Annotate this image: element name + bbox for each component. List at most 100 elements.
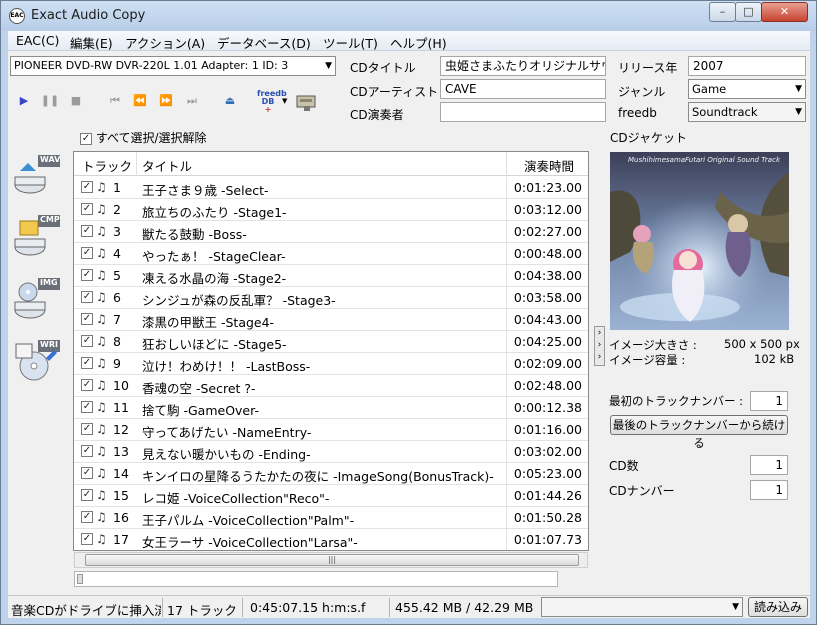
playback-position-slider[interactable]	[74, 571, 558, 587]
table-row[interactable]: ✓ ♫ 17 女王ラーサ -VoiceCollection"Larsa"- 0:01:0…	[74, 529, 588, 550]
table-row[interactable]: ✓ ♫ 16 王子パルム -VoiceCollection"Palm"- 0:01:50…	[74, 507, 588, 529]
track-title[interactable]: キンイロの星降るうたかたの夜に -ImageSong(BonusTrack)-	[142, 466, 494, 485]
table-row[interactable]: ✓ ♫ 8 狂おしいほどに -Stage5- 0:04:25.00	[74, 331, 588, 353]
track-title[interactable]: 泣け！わめけ！！ -LastBoss-	[142, 356, 310, 375]
cd-count-field[interactable]: 1	[750, 455, 788, 475]
track-checkbox[interactable]: ✓	[81, 313, 93, 325]
table-horizontal-scrollbar[interactable]: |||	[74, 552, 588, 568]
track-checkbox[interactable]: ✓	[81, 489, 93, 501]
drive-tools-icon[interactable]	[294, 92, 320, 112]
table-row[interactable]: ✓ ♫ 3 獣たる鼓動 -Boss- 0:02:27.00	[74, 221, 588, 243]
minimize-button[interactable]: –	[709, 2, 736, 22]
first-track-number-field[interactable]: 1	[750, 391, 788, 411]
cd-cover-image[interactable]: MushihimesamaFutari Original Sound Track	[610, 152, 789, 330]
freedb-dropdown-icon[interactable]: ▼	[282, 97, 287, 105]
cd-performer-field[interactable]	[440, 102, 606, 122]
table-row[interactable]: ✓ ♫ 14 キンイロの星降るうたかたの夜に -ImageSong(BonusTrac…	[74, 463, 588, 485]
next-track-icon[interactable]: ⏭	[182, 91, 202, 111]
track-checkbox[interactable]: ✓	[81, 379, 93, 391]
track-title[interactable]: 守ってあげたい -NameEntry-	[142, 422, 311, 441]
track-title[interactable]: 獣たる鼓動 -Boss-	[142, 224, 247, 243]
track-checkbox[interactable]: ✓	[81, 269, 93, 281]
panel-collapse-button[interactable]: › › ›	[594, 326, 605, 366]
track-title[interactable]: 王子パルム -VoiceCollection"Palm"-	[142, 510, 354, 529]
close-button[interactable]: ✕	[761, 2, 808, 22]
select-all-checkbox[interactable]: ✓ すべて選択/選択解除	[80, 129, 207, 146]
menu-database[interactable]: データベース(D)	[217, 33, 311, 52]
table-row[interactable]: ✓ ♫ 5 凍える水晶の海 -Stage2- 0:04:38.00	[74, 265, 588, 287]
scrollbar-thumb[interactable]: |||	[85, 554, 579, 566]
table-row[interactable]: ✓ ♫ 13 見えない暖かいもの -Ending- 0:03:02.00	[74, 441, 588, 463]
track-checkbox[interactable]: ✓	[81, 291, 93, 303]
menu-edit[interactable]: 編集(E)	[70, 33, 113, 52]
table-row[interactable]: ✓ ♫ 7 漆黒の甲獣王 -Stage4- 0:04:43.00	[74, 309, 588, 331]
track-checkbox[interactable]: ✓	[81, 357, 93, 369]
track-checkbox[interactable]: ✓	[81, 445, 93, 457]
sidebar-write-cd-button[interactable]: WRI	[12, 338, 62, 388]
track-checkbox[interactable]: ✓	[81, 511, 93, 523]
track-title[interactable]: 旅立ちのふたり -Stage1-	[142, 202, 287, 221]
table-row[interactable]: ✓ ♫ 4 やったぁ！ -StageClear- 0:00:48.00	[74, 243, 588, 265]
maximize-button[interactable]: □	[735, 2, 762, 22]
menu-help[interactable]: ヘルプ(H)	[390, 33, 447, 52]
table-row[interactable]: ✓ ♫ 9 泣け！わめけ！！ -LastBoss- 0:02:09.00	[74, 353, 588, 375]
main-panel: PIONEER DVD-RW DVR-220L 1.01 Adapter: 1 …	[8, 51, 810, 618]
play-icon[interactable]: ▶	[14, 91, 34, 111]
genre-select[interactable]: Game ▼	[688, 79, 806, 99]
track-title[interactable]: 王子さま９歳 -Select-	[142, 180, 269, 199]
track-checkbox[interactable]: ✓	[81, 401, 93, 413]
table-row[interactable]: ✓ ♫ 10 香魂の空 -Secret ?- 0:02:48.00	[74, 375, 588, 397]
column-header-title[interactable]: タイトル	[142, 156, 192, 175]
column-header-duration[interactable]: 演奏時間	[524, 156, 574, 175]
cd-artist-field[interactable]: CAVE	[440, 79, 606, 99]
track-title[interactable]: 狂おしいほどに -Stage5-	[142, 334, 287, 353]
table-row[interactable]: ✓ ♫ 6 シンジュが森の反乱軍？ -Stage3- 0:03:58.00	[74, 287, 588, 309]
track-checkbox[interactable]: ✓	[81, 467, 93, 479]
freedb-icon[interactable]: freedb DB +	[257, 90, 287, 114]
continue-numbering-button[interactable]: 最後のトラックナンバーから続ける	[610, 415, 788, 450]
track-title[interactable]: シンジュが森の反乱軍？ -Stage3-	[142, 290, 336, 309]
eject-icon[interactable]: ⏏	[220, 91, 240, 111]
track-checkbox[interactable]: ✓	[81, 203, 93, 215]
menu-eac[interactable]: EAC(C)	[16, 33, 59, 48]
status-profile-select[interactable]: ▼	[541, 597, 743, 617]
table-row[interactable]: ✓ ♫ 12 守ってあげたい -NameEntry- 0:01:16.00	[74, 419, 588, 441]
slider-thumb[interactable]	[77, 574, 83, 584]
column-header-track[interactable]: トラック	[82, 156, 132, 175]
load-button[interactable]: 読み込み	[748, 597, 808, 617]
table-row[interactable]: ✓ ♫ 11 捨て駒 -GameOver- 0:00:12.38	[74, 397, 588, 419]
table-row[interactable]: ✓ ♫ 2 旅立ちのふたり -Stage1- 0:03:12.00	[74, 199, 588, 221]
track-title[interactable]: 漆黒の甲獣王 -Stage4-	[142, 312, 274, 331]
freedb-category-select[interactable]: Soundtrack ▼	[688, 102, 806, 122]
pause-icon[interactable]: ❚❚	[40, 91, 60, 111]
track-checkbox[interactable]: ✓	[81, 181, 93, 193]
sidebar-copy-image-button[interactable]: IMG	[12, 276, 62, 326]
release-year-field[interactable]: 2007	[688, 56, 806, 76]
rewind-icon[interactable]: ⏪	[130, 91, 150, 111]
track-title[interactable]: 見えない暖かいもの -Ending-	[142, 444, 311, 463]
stop-icon[interactable]: ■	[66, 91, 86, 111]
prev-track-icon[interactable]: ⏮	[105, 91, 125, 111]
track-title[interactable]: やったぁ！ -StageClear-	[142, 246, 286, 265]
status-divider	[389, 598, 390, 617]
track-checkbox[interactable]: ✓	[81, 335, 93, 347]
track-checkbox[interactable]: ✓	[81, 225, 93, 237]
fast-forward-icon[interactable]: ⏩	[156, 91, 176, 111]
track-checkbox[interactable]: ✓	[81, 423, 93, 435]
drive-select[interactable]: PIONEER DVD-RW DVR-220L 1.01 Adapter: 1 …	[10, 56, 336, 76]
track-title[interactable]: 捨て駒 -GameOver-	[142, 400, 259, 419]
cd-title-field[interactable]: 虫姫さまふたりオリジナルサウンドトラック	[440, 56, 606, 76]
sidebar-copy-wav-button[interactable]: WAV	[12, 153, 62, 203]
track-checkbox[interactable]: ✓	[81, 533, 93, 545]
menu-action[interactable]: アクション(A)	[125, 33, 205, 52]
sidebar-compress-button[interactable]: CMP	[12, 213, 62, 263]
track-checkbox[interactable]: ✓	[81, 247, 93, 259]
menu-tools[interactable]: ツール(T)	[323, 33, 378, 52]
cd-number-field[interactable]: 1	[750, 480, 788, 500]
track-title[interactable]: 女王ラーサ -VoiceCollection"Larsa"-	[142, 532, 358, 550]
table-row[interactable]: ✓ ♫ 1 王子さま９歳 -Select- 0:01:23.00	[74, 177, 588, 199]
track-title[interactable]: 香魂の空 -Secret ?-	[142, 378, 256, 397]
track-title[interactable]: レコ姫 -VoiceCollection"Reco"-	[142, 488, 329, 507]
table-row[interactable]: ✓ ♫ 15 レコ姫 -VoiceCollection"Reco"- 0:01:44.2…	[74, 485, 588, 507]
track-title[interactable]: 凍える水晶の海 -Stage2-	[142, 268, 286, 287]
